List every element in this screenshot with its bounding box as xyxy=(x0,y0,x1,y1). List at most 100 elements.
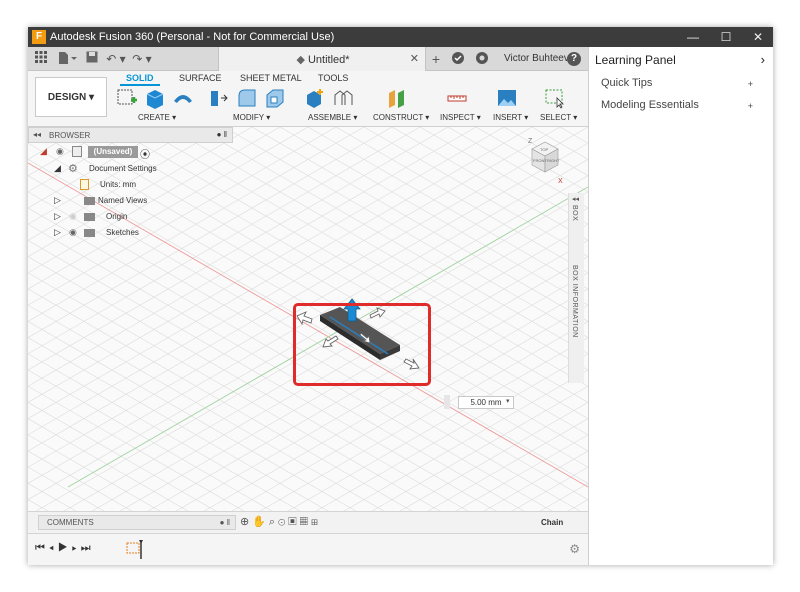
navigation-bar: COMMENTS ● ‖ ⊕✋⌕⊙▣▦⊞ Chain xyxy=(28,511,588,533)
select-icon[interactable] xyxy=(544,87,566,109)
expand-plus-icon[interactable]: + xyxy=(748,101,753,111)
workspace-switcher-button[interactable]: DESIGN ▾ xyxy=(35,77,107,117)
app-window: F Autodesk Fusion 360 (Personal - Not fo… xyxy=(28,27,773,565)
go-to-end-icon[interactable]: ⏭ xyxy=(81,542,95,554)
help-icon[interactable]: ? xyxy=(567,52,581,66)
notifications-icon[interactable] xyxy=(474,51,490,67)
timeline-settings-gear-icon[interactable]: ⚙ xyxy=(569,542,580,556)
box-information-panel[interactable]: ◂◂ BOX BOX INFORMATION xyxy=(568,193,584,383)
tree-item-label: Units: mm xyxy=(100,180,136,189)
expand-plus-icon[interactable]: + xyxy=(748,79,753,89)
expand-arrow-icon[interactable]: ▷ xyxy=(54,211,61,222)
3d-canvas[interactable]: ◂◂ BROWSER ● ‖ ◢ ◉ (Unsaved) ⦿ ◢ ⚙ Docum… xyxy=(28,127,588,532)
new-tab-icon[interactable]: + xyxy=(428,51,444,67)
maximize-button[interactable]: ☐ xyxy=(711,27,741,47)
pan-icon[interactable]: ✋ xyxy=(252,516,269,528)
navigation-tools[interactable]: ⊕✋⌕⊙▣▦⊞ xyxy=(240,515,321,529)
inspect-group-label[interactable]: INSPECT ▾ xyxy=(440,113,481,122)
redo-icon[interactable]: ↷ ▾ xyxy=(132,51,152,67)
job-status-icon[interactable] xyxy=(450,51,466,67)
tree-item-units[interactable]: Units: mm xyxy=(80,179,230,192)
go-to-start-icon[interactable]: ⏮ xyxy=(35,542,49,554)
file-menu-icon[interactable] xyxy=(56,51,78,67)
fit-icon[interactable]: ⊙ xyxy=(278,516,288,528)
modify-group-label[interactable]: MODIFY ▾ xyxy=(233,113,270,122)
timeline-controls[interactable]: ⏮◂▶▸⏭ xyxy=(35,542,95,555)
step-back-icon[interactable]: ◂ xyxy=(49,542,58,554)
comments-panel[interactable]: COMMENTS ● ‖ xyxy=(38,515,236,530)
insert-group-label[interactable]: INSERT ▾ xyxy=(493,113,528,122)
learning-item-quick-tips[interactable]: Quick Tips xyxy=(601,77,652,89)
create-group-label[interactable]: CREATE ▾ xyxy=(138,113,176,122)
viewcube-right-label: RIGHT xyxy=(547,158,560,163)
tab-solid[interactable]: SOLID xyxy=(126,73,154,83)
document-tab[interactable]: ◆ Untitled* ✕ xyxy=(218,47,426,71)
expand-arrow-icon[interactable]: ▷ xyxy=(54,195,61,206)
press-pull-icon[interactable] xyxy=(208,87,230,109)
expand-arrow-icon[interactable]: ▷ xyxy=(54,227,61,238)
box-panel-label: BOX xyxy=(571,205,578,222)
folder-icon xyxy=(84,197,95,205)
learning-panel: Learning Panel › Quick Tips + Modeling E… xyxy=(588,47,773,565)
display-settings-icon[interactable]: ▣ xyxy=(288,516,299,528)
tab-surface[interactable]: SURFACE xyxy=(179,73,222,83)
orbit-icon[interactable]: ⊕ xyxy=(240,516,252,528)
tree-item-document-settings[interactable]: ◢ ⚙ Document Settings xyxy=(54,163,204,176)
visibility-eye-icon[interactable]: ◉ xyxy=(56,146,64,157)
undo-icon[interactable]: ↶ ▾ xyxy=(106,51,126,67)
measure-icon[interactable] xyxy=(446,87,468,109)
tab-sheet-metal[interactable]: SHEET METAL xyxy=(240,73,302,83)
expand-panel-icon[interactable]: ◂◂ xyxy=(572,195,579,203)
tree-item-named-views[interactable]: ▷ Named Views xyxy=(54,195,204,208)
minimize-button[interactable]: — xyxy=(678,27,708,47)
chain-selection-label[interactable]: Chain xyxy=(541,518,563,527)
visibility-eye-icon[interactable]: ◉ xyxy=(69,211,77,222)
chevron-right-icon[interactable]: › xyxy=(761,52,765,67)
extrude-icon[interactable] xyxy=(144,87,166,109)
close-button[interactable]: ✕ xyxy=(743,27,773,47)
folder-icon xyxy=(84,213,95,221)
expand-arrow-icon[interactable]: ◢ xyxy=(54,163,61,174)
tree-item-label: Document Settings xyxy=(89,164,157,173)
play-icon[interactable]: ▶ xyxy=(58,542,72,554)
gear-icon: ⚙ xyxy=(68,163,78,175)
viewcube[interactable]: Z X TOP FRONT RIGHT xyxy=(520,135,570,187)
activate-radio-icon[interactable]: ⦿ xyxy=(140,146,150,161)
app-grid-icon[interactable] xyxy=(34,51,48,67)
close-tab-icon[interactable]: ✕ xyxy=(410,52,419,65)
offset-plane-icon[interactable] xyxy=(386,87,408,109)
shell-icon[interactable] xyxy=(264,87,286,109)
fillet-icon[interactable] xyxy=(236,87,258,109)
create-sketch-icon[interactable] xyxy=(116,87,138,109)
pin-icon[interactable]: ● ‖ xyxy=(217,130,227,139)
visibility-eye-icon[interactable]: ◉ xyxy=(69,227,77,238)
dimension-dropdown-icon[interactable]: ▾ xyxy=(506,397,510,405)
insert-image-icon[interactable] xyxy=(496,87,518,109)
zoom-icon[interactable]: ⌕ xyxy=(269,516,278,528)
joint-icon[interactable] xyxy=(332,87,354,109)
save-icon[interactable] xyxy=(84,51,100,67)
learning-item-modeling-essentials[interactable]: Modeling Essentials xyxy=(601,99,699,111)
construct-group-label[interactable]: CONSTRUCT ▾ xyxy=(373,113,429,122)
tab-tools[interactable]: TOOLS xyxy=(318,73,348,83)
viewports-icon[interactable]: ⊞ xyxy=(311,516,321,528)
user-account[interactable]: Victor Buhteev xyxy=(504,53,569,64)
pin-icon[interactable]: ● ‖ xyxy=(220,516,230,529)
new-component-icon[interactable] xyxy=(304,87,326,109)
browser-panel-header[interactable]: ◂◂ BROWSER ● ‖ xyxy=(28,127,233,143)
tree-item-origin[interactable]: ▷ ◉ Origin xyxy=(54,211,204,224)
tree-item-label: Named Views xyxy=(98,196,148,205)
box-information-label: BOX INFORMATION xyxy=(571,265,578,338)
step-forward-icon[interactable]: ▸ xyxy=(72,542,81,554)
root-component-name[interactable]: (Unsaved) xyxy=(88,146,138,158)
revolve-icon[interactable] xyxy=(172,87,194,109)
timeline-marker-icon[interactable] xyxy=(126,538,146,560)
learning-panel-title: Learning Panel xyxy=(595,53,676,67)
grid-settings-icon[interactable]: ▦ xyxy=(300,516,311,528)
collapse-browser-icon[interactable]: ◂◂ xyxy=(33,130,41,139)
expand-arrow-icon[interactable]: ◢ xyxy=(40,146,47,157)
tree-item-sketches[interactable]: ▷ ◉ Sketches xyxy=(54,227,204,240)
cube-icon: ◆ xyxy=(296,54,308,66)
select-group-label[interactable]: SELECT ▾ xyxy=(540,113,577,122)
assemble-group-label[interactable]: ASSEMBLE ▾ xyxy=(308,113,357,122)
